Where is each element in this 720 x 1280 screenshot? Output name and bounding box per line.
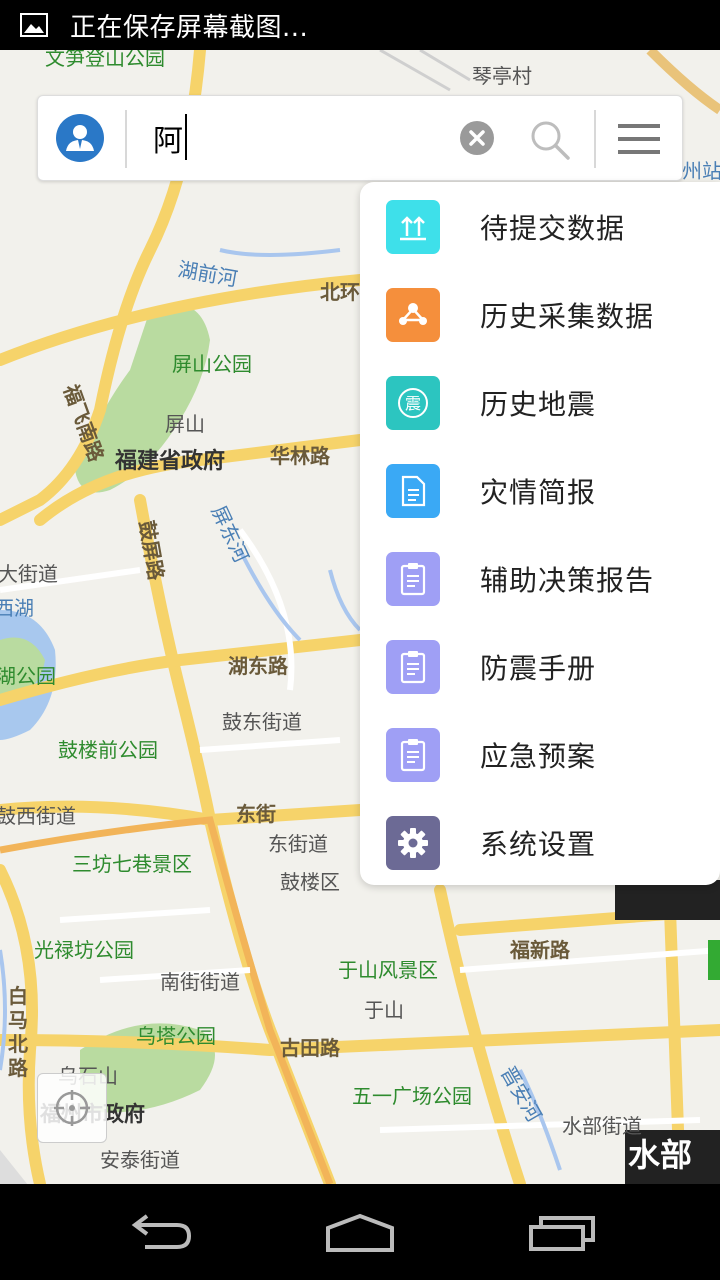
recents-icon[interactable]: [522, 1208, 602, 1258]
map-label: 鼓东街道: [222, 710, 302, 734]
map-label: 大街道: [0, 562, 58, 586]
search-icon[interactable]: [528, 118, 572, 162]
menu-item-history-collection[interactable]: 历史采集数据: [360, 271, 720, 359]
map-label: 州站: [682, 159, 720, 183]
clear-icon[interactable]: [460, 121, 494, 155]
menu-item-label: 系统设置: [480, 828, 597, 861]
map-label: 于山: [364, 998, 404, 1022]
image-icon: [20, 13, 48, 37]
upload-icon: [386, 200, 440, 254]
map-label: 湖东路: [228, 654, 288, 678]
map-label: 福建省政府: [115, 449, 226, 474]
gear-icon: [386, 816, 440, 870]
text-cursor: [185, 114, 187, 160]
map-label: 琴亭村: [472, 64, 532, 88]
divider: [594, 110, 596, 168]
menu-item-settings[interactable]: 系统设置: [360, 799, 720, 887]
map-label: 湖公园: [0, 664, 56, 688]
map-label: 东街道: [268, 832, 328, 856]
map-label: 安泰街道: [100, 1148, 180, 1172]
menu-item-pending-data[interactable]: 待提交数据: [360, 183, 720, 271]
dropdown-menu: 待提交数据 历史采集数据 震 历史地震 灾情简报 辅助决策报告 防震手册 应急预…: [360, 182, 720, 885]
status-bar: 正在保存屏幕截图...: [0, 0, 720, 50]
menu-item-label: 灾情简报: [480, 476, 597, 509]
menu-item-quake-handbook[interactable]: 防震手册: [360, 623, 720, 711]
map-label: 北环: [320, 280, 360, 304]
menu-item-label: 历史地震: [480, 388, 597, 421]
map-label: 白马北路: [8, 984, 28, 1080]
map-label: 西湖: [0, 596, 34, 620]
map-label: 鼓楼区: [280, 870, 340, 894]
map-label: 福新路: [510, 938, 570, 962]
map-label: 鼓楼前公园: [58, 738, 158, 762]
menu-item-label: 待提交数据: [480, 212, 626, 245]
home-icon[interactable]: [320, 1208, 400, 1258]
search-input[interactable]: [153, 116, 453, 160]
svg-text:震: 震: [405, 394, 421, 413]
map-label: 光禄坊公园: [34, 938, 134, 962]
earthquake-icon: 震: [386, 376, 440, 430]
menu-item-decision-report[interactable]: 辅助决策报告: [360, 535, 720, 623]
status-text: 正在保存屏幕截图...: [70, 12, 309, 43]
map-label: 五一广场公园: [352, 1084, 472, 1108]
map-label: 华林路: [270, 444, 330, 468]
map-label: 屏山: [165, 412, 205, 436]
map-label: 水部: [628, 1136, 693, 1174]
map-label: 乌塔公园: [136, 1024, 216, 1048]
menu-item-label: 历史采集数据: [480, 300, 655, 333]
clipboard-icon: [386, 728, 440, 782]
share-nodes-icon: [386, 288, 440, 342]
map-label: 古田路: [280, 1036, 340, 1060]
map-label: 东街: [236, 802, 276, 826]
back-icon[interactable]: [120, 1208, 200, 1258]
document-icon: [386, 464, 440, 518]
locate-icon: [54, 1090, 90, 1126]
menu-item-history-earthquake[interactable]: 震 历史地震: [360, 359, 720, 447]
menu-item-label: 应急预案: [480, 740, 597, 773]
map-label: 南街街道: [160, 970, 240, 994]
menu-item-disaster-brief[interactable]: 灾情简报: [360, 447, 720, 535]
menu-item-label: 辅助决策报告: [480, 564, 655, 597]
search-bar: [37, 95, 683, 181]
menu-item-label: 防震手册: [480, 652, 597, 685]
hamburger-menu-icon[interactable]: [618, 122, 660, 156]
clipboard-icon: [386, 640, 440, 694]
map-label: 于山风景区: [338, 958, 438, 982]
locate-button[interactable]: [37, 1073, 107, 1143]
user-avatar-icon[interactable]: [56, 114, 104, 162]
map-label: 文笋登山公园: [45, 50, 165, 70]
navigation-bar: [0, 1184, 720, 1280]
map-label: 屏山公园: [172, 352, 252, 376]
divider: [125, 110, 127, 168]
clipboard-icon: [386, 552, 440, 606]
map-label: 鼓西街道: [0, 804, 76, 828]
menu-item-emergency-plan[interactable]: 应急预案: [360, 711, 720, 799]
map-label: 三坊七巷景区: [72, 852, 192, 876]
